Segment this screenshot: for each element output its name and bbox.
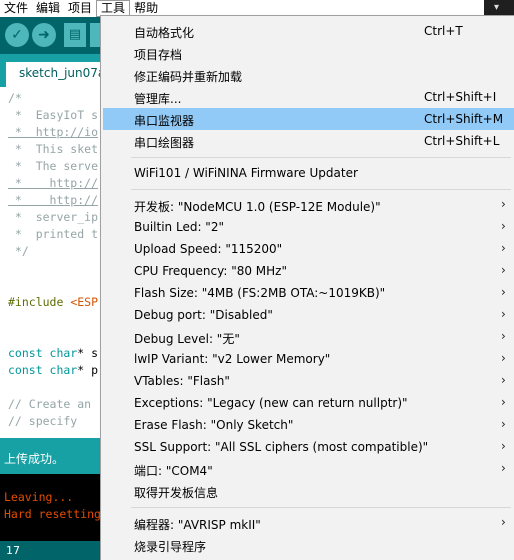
menu-item[interactable]: 端口: "COM4" › bbox=[103, 458, 514, 480]
menu-item[interactable]: 项目存档 bbox=[103, 42, 514, 64]
menu-item[interactable]: 开发板: "NodeMCU 1.0 (ESP-12E Module)" › bbox=[103, 194, 514, 216]
menu-item[interactable]: 串口绘图器 Ctrl+Shift+L bbox=[103, 130, 514, 152]
console-line: Leaving... bbox=[4, 490, 74, 504]
tools-dropdown-menu: 自动格式化 Ctrl+T 项目存档修正编码并重新加载 管理库... Ctrl+Shift… bbox=[100, 15, 514, 560]
open-file-icon[interactable] bbox=[90, 23, 100, 47]
code-line: * http:// bbox=[8, 176, 99, 190]
menu-item-label: CPU Frequency: "80 MHz" bbox=[134, 264, 287, 278]
menu-item[interactable]: 串口监视器 Ctrl+Shift+M bbox=[103, 108, 514, 130]
menu-sketch[interactable]: 项目 bbox=[64, 0, 96, 17]
code-line: */ bbox=[8, 244, 29, 258]
chevron-right-icon: › bbox=[501, 307, 506, 321]
menu-separator bbox=[131, 189, 511, 190]
chevron-right-icon: › bbox=[501, 417, 506, 431]
status-text: 上传成功。 bbox=[4, 452, 65, 466]
chevron-right-icon: › bbox=[501, 373, 506, 387]
tab-sketch[interactable]: sketch_jun07a bbox=[6, 62, 112, 87]
code-line: // specify bbox=[8, 414, 78, 428]
menu-item[interactable]: 编程器: "AVRISP mkII" › bbox=[103, 512, 514, 534]
chevron-down-icon[interactable]: ▾ bbox=[494, 2, 499, 13]
code-line: * http://io bbox=[8, 125, 99, 139]
menu-item-label: 管理库... bbox=[134, 92, 182, 106]
menu-item-label: Flash Size: "4MB (FS:2MB OTA:~1019KB)" bbox=[134, 286, 386, 300]
chevron-right-icon: › bbox=[501, 241, 506, 255]
code-line: * server_ip bbox=[8, 210, 99, 224]
menu-item-label: 项目存档 bbox=[134, 48, 183, 62]
menu-item[interactable]: 烧录引导程序 bbox=[103, 534, 514, 556]
menu-item-label: 修正编码并重新加载 bbox=[134, 70, 243, 84]
menu-item-label: Debug Level: "无" bbox=[134, 332, 240, 346]
verify-icon[interactable]: ✓ bbox=[5, 23, 29, 47]
code-line: * EasyIoT s bbox=[8, 108, 99, 122]
chevron-right-icon: › bbox=[501, 285, 506, 299]
menu-item-shortcut: Ctrl+Shift+I bbox=[424, 90, 497, 104]
menu-item-shortcut: Ctrl+T bbox=[424, 24, 463, 38]
new-file-icon[interactable]: ▤ bbox=[64, 23, 86, 47]
code-line: * The serve bbox=[8, 159, 99, 173]
code-line: const char* p bbox=[8, 363, 99, 377]
chevron-right-icon: › bbox=[501, 439, 506, 453]
menu-item-label: Erase Flash: "Only Sketch" bbox=[134, 418, 294, 432]
menu-item-label: 开发板: "NodeMCU 1.0 (ESP-12E Module)" bbox=[134, 200, 381, 214]
menu-item[interactable]: lwIP Variant: "v2 Lower Memory" › bbox=[103, 348, 514, 370]
chevron-right-icon: › bbox=[501, 461, 506, 475]
menu-item-label: Exceptions: "Legacy (new can return null… bbox=[134, 396, 408, 410]
menu-item[interactable]: 修正编码并重新加载 bbox=[103, 64, 514, 86]
code-line: * This sket bbox=[8, 142, 99, 156]
menu-item-label: Upload Speed: "115200" bbox=[134, 242, 283, 256]
menu-file[interactable]: 文件 bbox=[0, 0, 32, 17]
menu-item-label: Builtin Led: "2" bbox=[134, 220, 224, 234]
chevron-right-icon: › bbox=[501, 395, 506, 409]
chevron-right-icon: › bbox=[501, 515, 506, 529]
menu-item[interactable]: VTables: "Flash" › bbox=[103, 370, 514, 392]
chevron-right-icon: › bbox=[501, 197, 506, 211]
menu-separator bbox=[131, 507, 511, 508]
menu-item[interactable]: 自动格式化 Ctrl+T bbox=[103, 20, 514, 42]
menu-item[interactable]: 取得开发板信息 bbox=[103, 480, 514, 502]
chevron-right-icon: › bbox=[501, 351, 506, 365]
menu-item-label: 烧录引导程序 bbox=[134, 540, 207, 554]
code-line: /* bbox=[8, 91, 22, 105]
menu-item-label: lwIP Variant: "v2 Lower Memory" bbox=[134, 352, 331, 366]
menu-item[interactable]: WiFi101 / WiFiNINA Firmware Updater bbox=[103, 162, 514, 184]
code-line: #include <ESP bbox=[8, 295, 99, 309]
menu-item[interactable]: Exceptions: "Legacy (new can return null… bbox=[103, 392, 514, 414]
menu-item-label: WiFi101 / WiFiNINA Firmware Updater bbox=[134, 166, 358, 180]
menu-item-label: VTables: "Flash" bbox=[134, 374, 230, 388]
menu-edit[interactable]: 编辑 bbox=[32, 0, 64, 17]
menu-item-label: 取得开发板信息 bbox=[134, 486, 219, 500]
menu-item-label: 串口绘图器 bbox=[134, 136, 195, 150]
menu-item-label: 串口监视器 bbox=[134, 114, 195, 128]
menu-item[interactable]: Flash Size: "4MB (FS:2MB OTA:~1019KB)" › bbox=[103, 282, 514, 304]
menu-item[interactable]: Upload Speed: "115200" › bbox=[103, 238, 514, 260]
upload-icon[interactable]: ➜ bbox=[32, 23, 56, 47]
code-line: * printed t bbox=[8, 227, 99, 241]
menu-item[interactable]: 管理库... Ctrl+Shift+I bbox=[103, 86, 514, 108]
menu-item[interactable]: Builtin Led: "2" › bbox=[103, 216, 514, 238]
menu-item[interactable]: Debug Level: "无" › bbox=[103, 326, 514, 348]
menu-separator bbox=[131, 157, 511, 158]
chevron-right-icon: › bbox=[501, 219, 506, 233]
code-line: // Create an bbox=[8, 397, 92, 411]
menu-item-shortcut: Ctrl+Shift+L bbox=[424, 134, 500, 148]
chevron-right-icon: › bbox=[501, 263, 506, 277]
menu-item[interactable]: CPU Frequency: "80 MHz" › bbox=[103, 260, 514, 282]
menu-item[interactable]: Erase Flash: "Only Sketch" › bbox=[103, 414, 514, 436]
menu-item-label: 编程器: "AVRISP mkII" bbox=[134, 518, 261, 532]
code-line: * http:// bbox=[8, 193, 99, 207]
menu-item-label: 端口: "COM4" bbox=[134, 464, 213, 478]
menu-item-label: SSL Support: "All SSL ciphers (most comp… bbox=[134, 440, 429, 454]
menu-item-label: Debug port: "Disabled" bbox=[134, 308, 273, 322]
chevron-right-icon: › bbox=[501, 329, 506, 343]
menu-item-label: 自动格式化 bbox=[134, 26, 195, 40]
console-line: Hard resetting bbox=[4, 507, 101, 521]
menu-item-shortcut: Ctrl+Shift+M bbox=[424, 112, 504, 126]
code-line: const char* s bbox=[8, 346, 99, 360]
menu-item[interactable]: Debug port: "Disabled" › bbox=[103, 304, 514, 326]
line-number: 17 bbox=[6, 544, 20, 557]
menu-item[interactable]: SSL Support: "All SSL ciphers (most comp… bbox=[103, 436, 514, 458]
